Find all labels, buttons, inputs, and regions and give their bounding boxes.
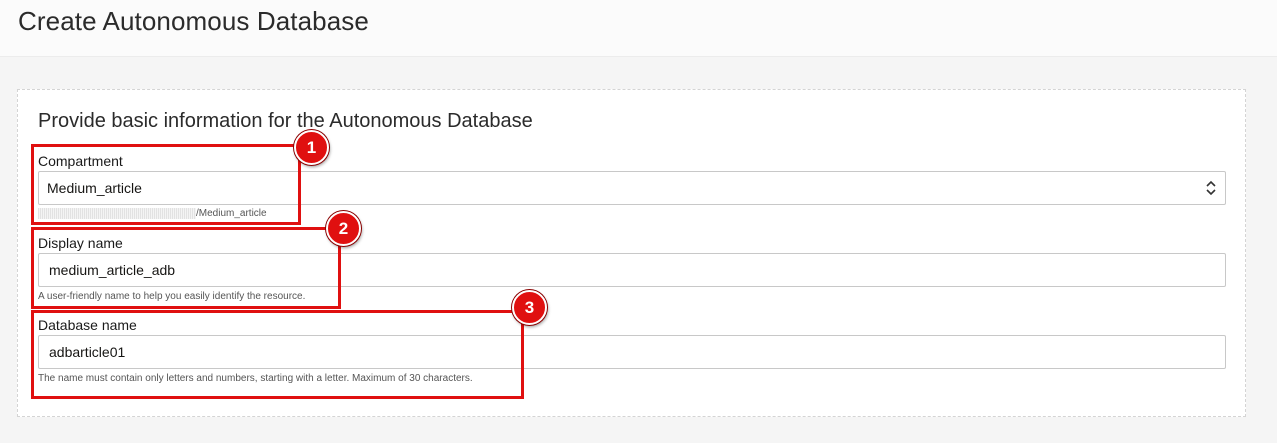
annotation-badge-2: 2 <box>326 211 361 246</box>
chevron-up-down-icon <box>1206 180 1216 196</box>
annotation-box-display-name <box>31 227 341 309</box>
annotation-badge-3: 3 <box>512 290 547 325</box>
page-title: Create Autonomous Database <box>18 6 369 36</box>
annotation-badge-1: 1 <box>294 130 329 165</box>
annotation-box-database-name <box>31 310 524 399</box>
page-header: Create Autonomous Database <box>0 0 1277 57</box>
section-title: Provide basic information for the Autono… <box>38 110 533 132</box>
annotation-box-compartment <box>31 144 301 225</box>
